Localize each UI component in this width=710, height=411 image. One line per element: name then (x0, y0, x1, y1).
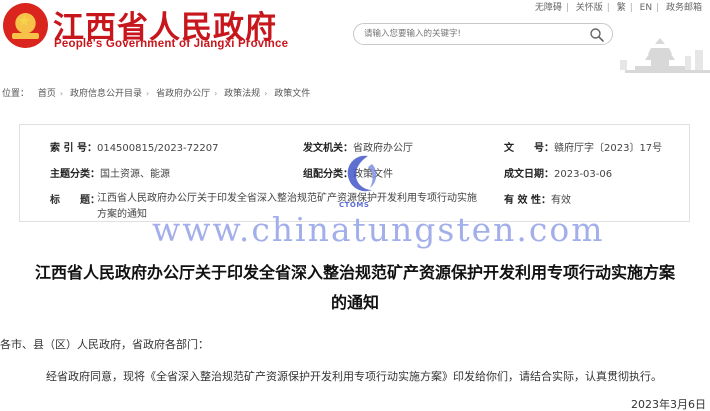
gov-email-link[interactable]: 政务邮箱 (666, 3, 702, 13)
chevron-right-icon: › (59, 89, 64, 98)
written-date-value: 2023-03-06 (554, 169, 613, 180)
index-number-value: 014500815/2023-72207 (96, 143, 219, 154)
site-subtitle: People's Government of Jiangxi Province (54, 38, 289, 50)
breadcrumb-general-office[interactable]: 省政府办公厅 (156, 86, 210, 99)
document-number-value: 赣府厅字〔2023〕17号 (554, 143, 663, 154)
salutation: 各市、县（区）人民政府，省政府各部门： (0, 338, 209, 351)
document-number-field: 文 号：赣府厅字〔2023〕17号 (504, 139, 662, 154)
watermark-text: www.chinatungsten.com (152, 210, 605, 249)
accessibility-link[interactable]: 无障碍 (535, 3, 562, 13)
topic-category-label: 主题分类： (50, 169, 100, 180)
breadcrumb-lead: 位置： (2, 89, 30, 99)
chevron-right-icon: › (214, 89, 218, 98)
validity-value: 有效 (550, 195, 571, 206)
article-title: 江西省人民政府办公厅关于印发全省深入整治规范矿产资源保护开发利用专项行动实施方案… (0, 258, 710, 318)
topic-category-field: 主题分类：国土资源、能源 (50, 165, 170, 180)
index-number-field: 索 引 号：014500815/2023-72207 (50, 139, 218, 154)
written-date-label: 成文日期： (504, 169, 554, 180)
traditional-chinese-link[interactable]: 繁 (617, 3, 626, 13)
article-title-line-1: 江西省人民政府办公厅关于印发全省深入整治规范矿产资源保护开发利用专项行动实施方案 (34, 263, 675, 282)
chevron-right-icon: › (264, 89, 268, 98)
site-header: ★ 江西省人民政府 People's Government of Jiangxi… (0, 0, 710, 80)
article-paragraph: 经省政府同意，现将《全省深入整治规范矿产资源保护开发利用专项行动实施方案》印发给… (46, 370, 662, 383)
topic-category-value: 国土资源、能源 (100, 169, 170, 180)
elderly-mode-link[interactable]: 关怀版 (576, 3, 603, 13)
top-links: 无障碍 | 关怀版 | 繁 | EN | 政务邮箱 (534, 3, 702, 13)
english-link[interactable]: EN (640, 3, 652, 13)
search-input[interactable] (354, 24, 584, 44)
written-date-field: 成文日期：2023-03-06 (504, 165, 612, 180)
article-date: 2023年3月6日 (631, 398, 706, 411)
validity-label: 有 效 性： (504, 195, 551, 206)
watermark-logo-text: CTOMS (339, 201, 370, 209)
ctoms-logo-icon (347, 155, 377, 192)
breadcrumb: 位置： 首页 › 政府信息公开目录 › 省政府办公厅 › 政策法规 › 政策文件 (0, 86, 710, 104)
breadcrumb-policies[interactable]: 政策法规 (224, 86, 260, 99)
breadcrumb-home[interactable]: 首页 (38, 86, 56, 99)
index-number-label: 索 引 号： (50, 143, 97, 154)
tengwang-pavilion-illustration (620, 38, 710, 73)
document-number-label: 文 号： (504, 143, 554, 154)
national-emblem-icon: ★ (3, 3, 48, 48)
breadcrumb-info-catalog[interactable]: 政府信息公开目录 (70, 86, 142, 99)
search-icon[interactable] (589, 27, 605, 43)
breadcrumb-policy-documents[interactable]: 政策文件 (274, 86, 310, 99)
chevron-right-icon: › (146, 89, 150, 98)
document-title-label: 标 题： (50, 195, 100, 206)
search-box (353, 23, 613, 45)
article-title-line-2: 的通知 (330, 293, 379, 312)
validity-field: 有 效 性：有效 (504, 191, 571, 206)
